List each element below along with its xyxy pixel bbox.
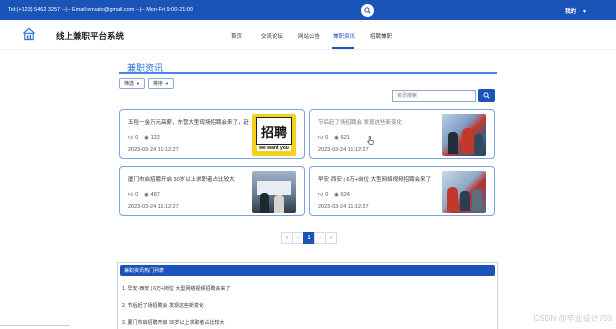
- news-card-date: 2023-03-24 11:12:27: [318, 204, 369, 210]
- contact-info: Tel:(+123) 5462 3257 --|-- Email:envato@…: [8, 7, 193, 13]
- news-card-title[interactable]: 早安·西安 | 6万+岗位 大型网络视频招聘会来了: [318, 175, 443, 183]
- like-count: 0: [325, 192, 329, 198]
- view-count: 624: [340, 192, 350, 198]
- news-card-date: 2023-03-24 11:12:27: [318, 147, 369, 153]
- news-search-button[interactable]: [478, 89, 495, 102]
- chevron-down-icon: ▼: [582, 9, 587, 15]
- home-logo-icon[interactable]: [22, 27, 36, 41]
- view-icon: ◉: [144, 135, 149, 141]
- news-card-thumbnail[interactable]: [252, 171, 296, 213]
- search-icon: [483, 92, 490, 99]
- news-card-date: 2023-03-24 11:12:27: [128, 147, 179, 153]
- hot-news-item[interactable]: 2. 节后赶了场招聘会 发现这些新变化: [122, 302, 204, 309]
- section-divider: [119, 72, 497, 74]
- hot-news-panel: 兼职资讯热门列表 1. 早安·西安 | 6万+岗位 大型网络视频招聘会来了 2.…: [117, 262, 498, 329]
- news-card-thumbnail[interactable]: [442, 171, 486, 213]
- pagination-last[interactable]: »: [325, 232, 337, 244]
- news-card[interactable]: 早安·西安 | 6万+岗位 大型网络视频招聘会来了 👍︎ 0 ◉ 624 2023-…: [309, 166, 495, 216]
- site-title: 线上兼职平台系统: [56, 31, 125, 41]
- news-card-stats: 👍︎ 0 ◉ 487: [128, 192, 166, 198]
- news-card-title[interactable]: 节后赶了场招聘会 发现这些新变化: [318, 118, 443, 126]
- user-menu[interactable]: 我的 ▼: [565, 7, 587, 15]
- news-card-stats: 👍︎ 0 ◉ 122: [128, 135, 166, 141]
- like-icon: 👍︎: [128, 135, 134, 141]
- chevron-down-icon: ▼: [165, 81, 169, 86]
- view-icon: ◉: [144, 192, 149, 198]
- divider: [0, 325, 70, 326]
- news-card-stats: 👍︎ 0 ◉ 621: [318, 135, 356, 141]
- view-icon: ◉: [334, 135, 339, 141]
- search-icon: [364, 7, 371, 14]
- news-card-thumbnail[interactable]: 招聘 we want you: [252, 114, 296, 156]
- view-count: 621: [340, 135, 350, 141]
- like-icon: 👍︎: [318, 135, 324, 141]
- nav-forum[interactable]: 交流论坛: [261, 32, 283, 40]
- like-icon: 👍︎: [128, 192, 134, 198]
- cursor-icon: [367, 136, 374, 145]
- news-card-thumbnail[interactable]: [442, 114, 486, 156]
- nav-announcements[interactable]: 网站公告: [298, 32, 320, 40]
- watermark: CSDN @毕业设计703: [533, 314, 612, 323]
- site-header: 线上兼职平台系统 首页 交流论坛 网站公告 兼职资讯 招聘兼职: [0, 20, 616, 50]
- view-icon: ◉: [334, 192, 339, 198]
- hot-news-item[interactable]: 3. 厦门市启招聘开启 30岁以上求职者占比较大: [122, 319, 225, 326]
- sort-dropdown[interactable]: 排序 ▼: [148, 78, 174, 89]
- nav-home[interactable]: 首页: [231, 32, 242, 40]
- news-card[interactable]: 节后赶了场招聘会 发现这些新变化 👍︎ 0 ◉ 621 2023-03-24 11:…: [309, 109, 495, 159]
- news-card-date: 2023-03-24 11:12:27: [128, 204, 179, 210]
- news-card-title[interactable]: 五险一金万元高薪，东营大型现场招聘会来了，赶: [128, 118, 253, 126]
- hot-news-item[interactable]: 1. 早安·西安 | 6万+岗位 大型网络视频招聘会来了: [122, 285, 230, 292]
- nav-active-indicator: [332, 47, 354, 49]
- user-menu-label: 我的: [565, 9, 577, 15]
- like-icon: 👍︎: [318, 192, 324, 198]
- news-search-input[interactable]: [392, 90, 476, 102]
- news-card-stats: 👍︎ 0 ◉ 624: [318, 192, 356, 198]
- thumbnail-caption: we want you: [257, 145, 291, 151]
- view-count: 487: [150, 192, 160, 198]
- top-contact-bar: Tel:(+123) 5462 3257 --|-- Email:envato@…: [0, 0, 616, 20]
- news-card[interactable]: 五险一金万元高薪，东营大型现场招聘会来了，赶 👍︎ 0 ◉ 122 2023-03-…: [119, 109, 305, 159]
- chevron-down-icon: ▼: [136, 81, 140, 86]
- sort-label: 排序: [153, 81, 164, 87]
- like-count: 0: [135, 135, 139, 141]
- top-search-button[interactable]: [361, 4, 374, 17]
- news-card[interactable]: 厦门市启招聘开启 30岁以上求职者占比较大 👍︎ 0 ◉ 487 2023-03-2…: [119, 166, 305, 216]
- news-card-title[interactable]: 厦门市启招聘开启 30岁以上求职者占比较大: [128, 175, 253, 183]
- view-count: 122: [150, 135, 160, 141]
- nav-job-news[interactable]: 兼职资讯: [333, 32, 355, 40]
- like-count: 0: [325, 135, 329, 141]
- hot-news-title: 兼职资讯热门列表: [120, 265, 495, 276]
- filter-label: 筛选: [124, 81, 135, 87]
- filter-dropdown[interactable]: 筛选 ▼: [119, 78, 145, 89]
- like-count: 0: [135, 192, 139, 198]
- nav-recruitment[interactable]: 招聘兼职: [370, 32, 392, 40]
